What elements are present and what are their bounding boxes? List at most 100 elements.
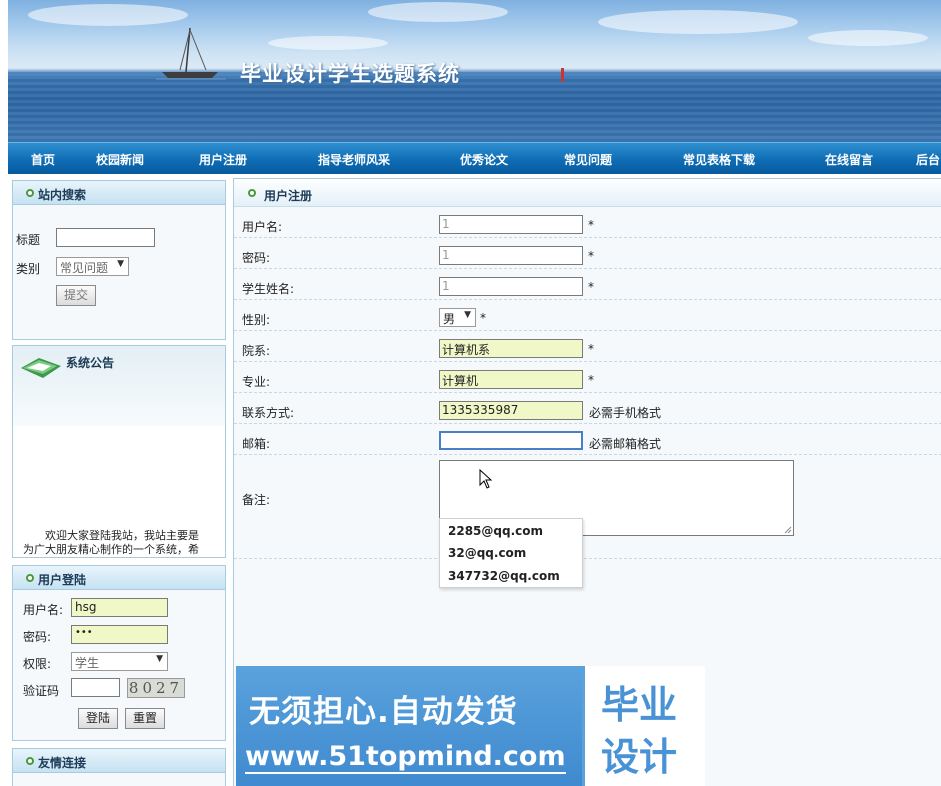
mouse-cursor-icon <box>479 469 493 489</box>
nav-item-excellent-papers[interactable]: 优秀论文 <box>460 151 508 168</box>
major-label: 专业: <box>242 375 271 389</box>
nav-item-campus-news[interactable]: 校园新闻 <box>96 151 144 168</box>
ad-url[interactable]: www.51topmind.com <box>245 741 566 774</box>
form-row-remark: 备注: <box>234 455 941 559</box>
cloud <box>268 36 388 50</box>
nav-item-teachers[interactable]: 指导老师风采 <box>318 151 390 168</box>
main-nav: 首页 校园新闻 用户注册 指导老师风采 优秀论文 常见问题 常见表格下载 在线留… <box>8 142 941 174</box>
announcement-heading: 系统公告 <box>66 356 115 370</box>
required-mark: * <box>588 218 594 232</box>
chevron-down-icon: ▼ <box>156 654 163 664</box>
sailboat-icon <box>156 27 226 80</box>
captcha-image[interactable]: 8027 <box>127 678 185 698</box>
bullet-icon <box>248 189 256 197</box>
login-button[interactable]: 登陆 <box>78 708 118 729</box>
login-captcha-input[interactable] <box>71 678 120 697</box>
chevron-down-icon: ▼ <box>464 310 471 320</box>
bullet-icon <box>26 757 34 765</box>
form-row-major: 专业: 计算机 * <box>234 362 941 393</box>
site-title: 毕业设计学生选题系统 <box>240 61 460 86</box>
site-banner: 毕业设计学生选题系统 <box>8 0 941 142</box>
friend-links-panel: 友情连接 <box>12 748 226 786</box>
search-title-input[interactable] <box>56 228 155 247</box>
site-search-heading: 站内搜索 <box>38 188 87 202</box>
department-label: 院系: <box>242 344 271 358</box>
login-heading: 用户登陆 <box>38 573 87 587</box>
bullet-icon <box>26 189 34 197</box>
required-mark: * <box>588 342 594 356</box>
login-panel: 用户登陆 用户名: hsg 密码: ••• 权限: 学生 ▼ 验证码 8027 … <box>12 565 226 741</box>
form-row-gender: 性别: 男 ▼ * <box>234 300 941 331</box>
chevron-down-icon: ▼ <box>117 259 124 269</box>
announcement-text-line2: 为广大朋友精心制作的一个系统，希 <box>23 543 199 556</box>
login-role-label: 权限: <box>23 657 52 671</box>
form-row-department: 院系: 计算机系 * <box>234 331 941 362</box>
search-title-label: 标题 <box>16 233 41 247</box>
password-label: 密码: <box>242 251 271 265</box>
username-label: 用户名: <box>242 220 283 234</box>
cloud <box>598 10 798 34</box>
search-submit-button[interactable]: 提交 <box>56 285 96 306</box>
email-label: 邮箱: <box>242 437 271 451</box>
phone-label: 联系方式: <box>242 406 295 420</box>
email-input[interactable] <box>439 431 583 450</box>
phone-input[interactable]: 1335335987 <box>439 401 583 420</box>
search-category-select[interactable]: 常见问题 ▼ <box>56 257 129 276</box>
cloud <box>368 2 508 22</box>
student-name-input[interactable]: 1 <box>439 277 583 296</box>
login-username-label: 用户名: <box>23 603 64 617</box>
nav-item-home[interactable]: 首页 <box>31 151 55 168</box>
ad-logo: 毕业 设计 <box>582 666 705 786</box>
email-suggestion-item[interactable]: 32@qq.com <box>448 546 526 560</box>
advertisement-banner[interactable]: 无须担心.自动发货 www.51topmind.com 毕业 设计 <box>236 666 705 786</box>
nav-item-user-register[interactable]: 用户注册 <box>199 151 247 168</box>
form-row-email: 邮箱: 必需邮箱格式 <box>234 424 941 455</box>
login-password-label: 密码: <box>23 630 52 644</box>
nav-item-admin[interactable]: 后台 <box>916 151 940 168</box>
password-input[interactable]: 1 <box>439 246 583 265</box>
nav-item-online-message[interactable]: 在线留言 <box>825 151 873 168</box>
bullet-icon <box>26 574 34 582</box>
reset-button[interactable]: 重置 <box>125 708 165 729</box>
email-autocomplete-dropdown: 2285@qq.com 32@qq.com 347732@qq.com <box>439 518 583 588</box>
gender-select[interactable]: 男 ▼ <box>439 308 476 327</box>
panel-header: 站内搜索 <box>13 181 225 205</box>
register-header: 用户注册 <box>234 179 941 207</box>
panel-header: 用户登陆 <box>13 566 225 590</box>
cloud <box>808 30 928 46</box>
department-input[interactable]: 计算机系 <box>439 339 583 358</box>
username-input[interactable]: 1 <box>439 215 583 234</box>
login-username-input[interactable]: hsg <box>71 598 168 617</box>
sea-waves <box>8 76 941 142</box>
required-mark: * <box>588 280 594 294</box>
login-captcha-label: 验证码 <box>23 684 60 698</box>
required-mark: * <box>588 373 594 387</box>
email-suggestion-item[interactable]: 347732@qq.com <box>448 569 560 583</box>
nav-item-faq[interactable]: 常见问题 <box>564 151 612 168</box>
book-icon <box>21 358 61 378</box>
form-row-password: 密码: 1 * <box>234 238 941 269</box>
gender-label: 性别: <box>242 313 271 327</box>
site-search-panel: 站内搜索 标题 类别 常见问题 ▼ 提交 <box>12 180 226 340</box>
announcement-panel: 系统公告 欢迎大家登陆我站，我站主要是 为广大朋友精心制作的一个系统，希 <box>12 345 226 558</box>
ad-logo-line1: 毕业 <box>601 683 678 727</box>
email-hint: 必需邮箱格式 <box>589 437 662 451</box>
major-input[interactable]: 计算机 <box>439 370 583 389</box>
panel-header: 友情连接 <box>13 749 225 773</box>
buoy <box>561 68 564 82</box>
form-row-username: 用户名: 1 * <box>234 207 941 238</box>
ad-logo-line2: 设计 <box>601 735 678 779</box>
resize-handle-icon[interactable] <box>784 526 792 534</box>
search-category-value: 常见问题 <box>60 261 109 275</box>
register-heading: 用户注册 <box>264 189 313 203</box>
login-role-select[interactable]: 学生 ▼ <box>71 652 168 671</box>
email-suggestion-item[interactable]: 2285@qq.com <box>448 524 543 538</box>
nav-item-form-download[interactable]: 常见表格下载 <box>683 151 755 168</box>
ad-slogan: 无须担心.自动发货 <box>249 694 518 730</box>
login-role-value: 学生 <box>75 656 100 670</box>
friend-links-heading: 友情连接 <box>38 756 87 770</box>
login-password-input[interactable]: ••• <box>71 625 168 644</box>
search-category-label: 类别 <box>16 262 41 276</box>
cloud <box>28 4 188 26</box>
phone-hint: 必需手机格式 <box>589 406 662 420</box>
